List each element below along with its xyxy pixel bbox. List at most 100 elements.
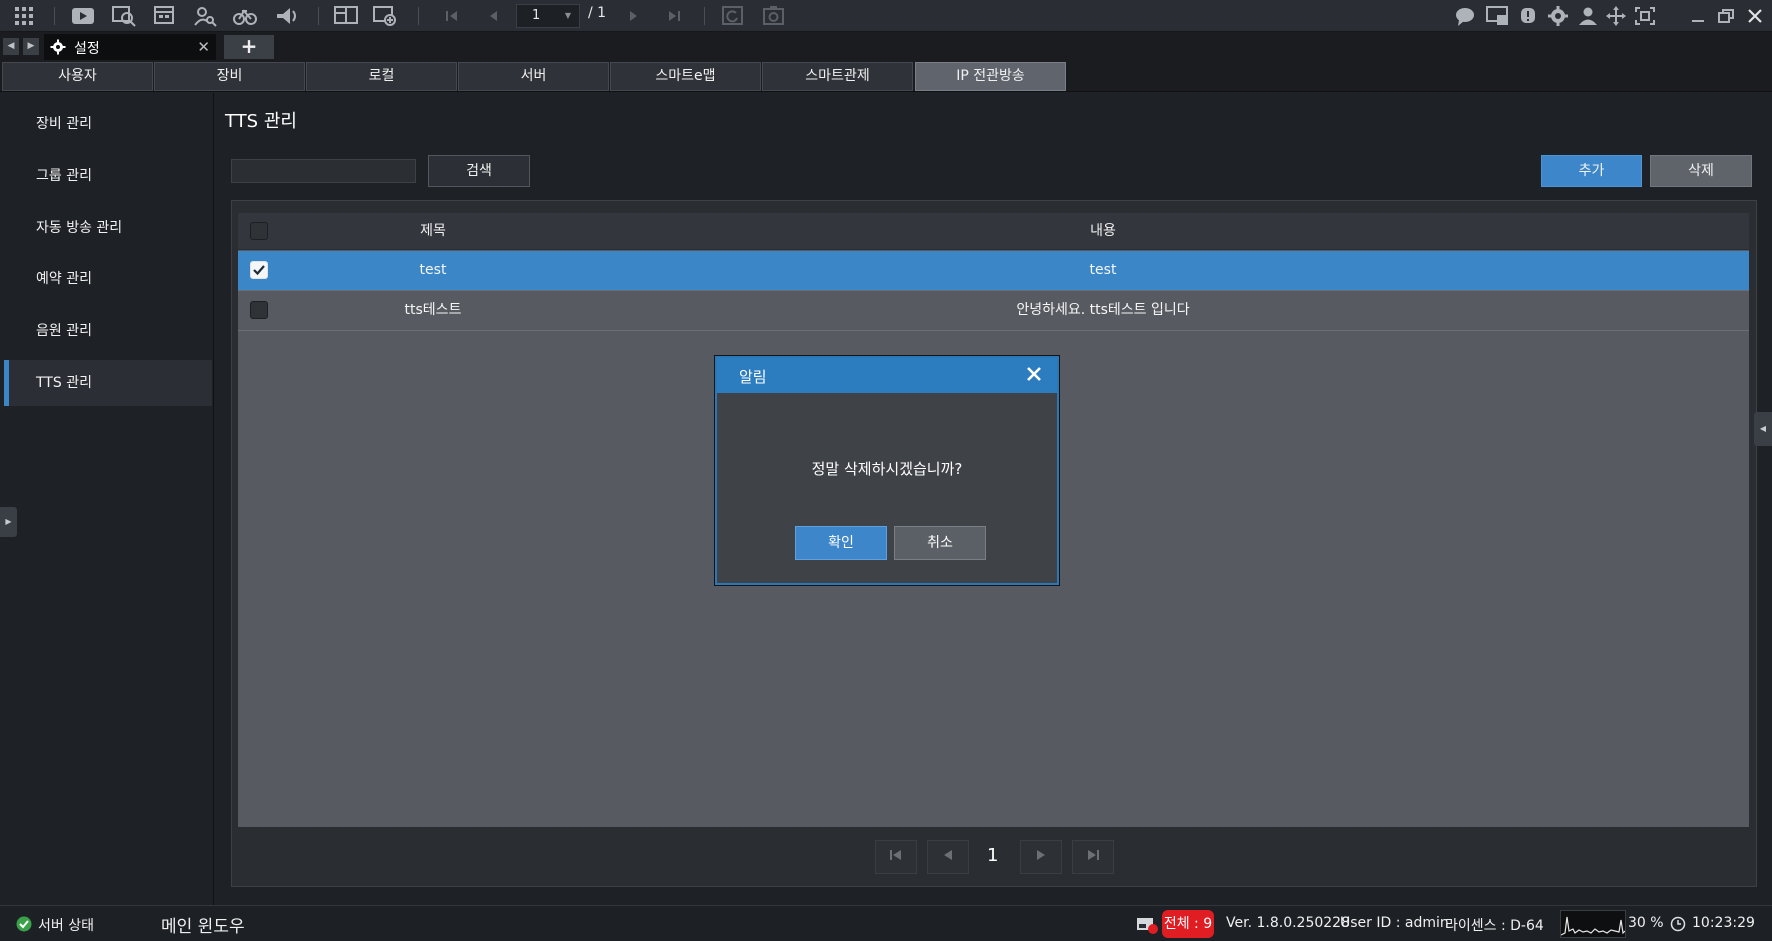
column-header-title: 제목 [420, 223, 446, 239]
close-tab-icon[interactable]: ✕ [197, 38, 210, 56]
tab-smart-control[interactable]: 스마트관제 [762, 62, 913, 91]
device-alert-icon[interactable] [1136, 915, 1158, 939]
status-bar: 서버 상태 메인 윈도우 전체 : 9 Ver. 1.8.0.250228 Us… [0, 905, 1772, 941]
sidebar-item-device-management[interactable]: 장비 관리 [4, 101, 212, 147]
checkmark-icon [253, 265, 265, 276]
version-label: Ver. 1.8.0.250228 [1226, 915, 1350, 931]
alarm-icon[interactable] [1516, 5, 1540, 27]
tab-scroll-left-icon[interactable]: ◀ [3, 38, 19, 55]
capture-icon[interactable] [762, 5, 786, 27]
move-icon[interactable] [1604, 5, 1628, 27]
first-page-button[interactable] [875, 840, 917, 874]
settings-icon[interactable] [1546, 5, 1570, 27]
right-panel-collapse-icon[interactable]: ◀ [1754, 412, 1772, 446]
column-header-content: 내용 [1090, 223, 1116, 239]
close-icon[interactable] [1023, 363, 1045, 385]
tab-scroll-right-icon[interactable]: ▶ [23, 38, 39, 55]
dialog-title: 알림 [739, 368, 767, 386]
tab-server[interactable]: 서버 [458, 62, 609, 91]
event-list-icon[interactable] [153, 5, 177, 27]
user-icon[interactable] [1576, 5, 1600, 27]
dialog-message: 정말 삭제하시겠습니까? [811, 460, 963, 478]
person-search-icon[interactable] [193, 5, 217, 27]
grid-menu-icon[interactable] [12, 5, 36, 27]
current-page-number[interactable]: 1 [987, 845, 998, 866]
add-button[interactable]: 추가 [1541, 155, 1642, 187]
main-window-label: 메인 윈도우 [161, 917, 245, 937]
refresh-icon[interactable] [721, 5, 745, 27]
row-checkbox[interactable] [250, 261, 268, 279]
page-number-value: 1 [532, 8, 541, 23]
select-all-checkbox[interactable] [250, 222, 268, 240]
play-icon[interactable] [71, 5, 95, 27]
row-content: test [1089, 262, 1117, 278]
license-label: 라이센스 : D-64 [1445, 918, 1544, 934]
user-id-label: User ID : admin [1340, 915, 1449, 931]
close-icon[interactable] [1743, 5, 1767, 27]
search-button[interactable]: 검색 [428, 155, 530, 187]
chat-icon[interactable] [1453, 5, 1477, 27]
search-input[interactable] [231, 159, 416, 183]
check-circle-icon [16, 916, 32, 936]
delete-button[interactable]: 삭제 [1650, 155, 1752, 187]
table-row[interactable]: test test [238, 251, 1749, 291]
bicycle-icon[interactable] [233, 5, 257, 27]
add-tab-button[interactable]: + [224, 35, 274, 59]
dialog-header: 알림 [717, 358, 1057, 393]
next-page-button[interactable] [1020, 840, 1062, 874]
prev-page-icon [944, 850, 952, 860]
row-title: tts테스트 [404, 302, 462, 318]
search-playback-icon[interactable] [112, 5, 136, 27]
sidebar: 장비 관리 그룹 관리 자동 방송 관리 예약 관리 음원 관리 TTS 관리 … [0, 93, 214, 905]
toolbar-divider [704, 7, 705, 25]
layout-icon[interactable] [334, 5, 358, 27]
tab-smart-emap[interactable]: 스마트e맵 [610, 62, 761, 91]
fullscreen-icon[interactable] [1633, 5, 1657, 27]
sidebar-item-reservation[interactable]: 예약 관리 [4, 256, 212, 302]
clock-icon [1670, 916, 1686, 936]
table-row[interactable]: tts테스트 안녕하세요. tts테스트 입니다 [238, 291, 1749, 331]
last-page-button[interactable] [1072, 840, 1114, 874]
page-number-select[interactable]: 1 ▼ [516, 4, 580, 28]
table-header: 제목 내용 [238, 213, 1749, 250]
chevron-down-icon: ▼ [564, 11, 571, 20]
toolbar-divider [54, 7, 55, 25]
sidebar-collapse-icon[interactable]: ▶ [0, 507, 17, 537]
row-checkbox[interactable] [250, 301, 268, 319]
monitor-alert-icon[interactable] [1486, 5, 1510, 27]
cpu-percent-label: 30 % [1628, 915, 1664, 931]
sidebar-item-auto-broadcast[interactable]: 자동 방송 관리 [4, 205, 212, 251]
next-page-icon [1037, 850, 1045, 860]
next-page-icon[interactable] [622, 5, 646, 27]
restore-icon[interactable] [1714, 5, 1738, 27]
confirm-button[interactable]: 확인 [795, 526, 887, 560]
page-total-label: / 1 [588, 5, 607, 21]
sidebar-item-group-management[interactable]: 그룹 관리 [4, 153, 212, 199]
tab-local[interactable]: 로컬 [306, 62, 457, 91]
tab-device[interactable]: 장비 [154, 62, 305, 91]
first-page-icon[interactable] [440, 5, 464, 27]
clock-time-label: 10:23:29 [1692, 915, 1755, 931]
minimize-icon[interactable] [1686, 5, 1710, 27]
last-page-icon[interactable] [662, 5, 686, 27]
document-tab-settings[interactable]: 설정 ✕ [44, 34, 216, 60]
cancel-button[interactable]: 취소 [894, 526, 986, 560]
total-count-badge[interactable]: 전체 : 9 [1162, 910, 1214, 938]
document-tab-strip: ◀ ▶ 설정 ✕ + [0, 32, 1772, 60]
sidebar-item-sound-source[interactable]: 음원 관리 [4, 308, 212, 354]
row-title: test [419, 262, 447, 278]
server-status-label[interactable]: 서버 상태 [38, 915, 94, 935]
main-tab-bar: 사용자 장비 로컬 서버 스마트e맵 스마트관제 IP 전관방송 [0, 60, 1772, 92]
prev-page-button[interactable] [927, 840, 969, 874]
last-page-icon [1088, 850, 1099, 860]
sidebar-item-tts[interactable]: TTS 관리 [4, 360, 212, 406]
prev-page-icon[interactable] [481, 5, 505, 27]
tab-ip-broadcast[interactable]: IP 전관방송 [915, 62, 1066, 91]
tab-user[interactable]: 사용자 [2, 62, 153, 91]
first-page-icon [890, 850, 901, 860]
broadcast-icon[interactable] [274, 5, 298, 27]
toolbar-divider [318, 7, 319, 25]
confirm-dialog: 알림 정말 삭제하시겠습니까? 확인 취소 [715, 356, 1059, 585]
row-content: 안녕하세요. tts테스트 입니다 [1016, 302, 1190, 318]
add-window-icon[interactable] [373, 5, 397, 27]
